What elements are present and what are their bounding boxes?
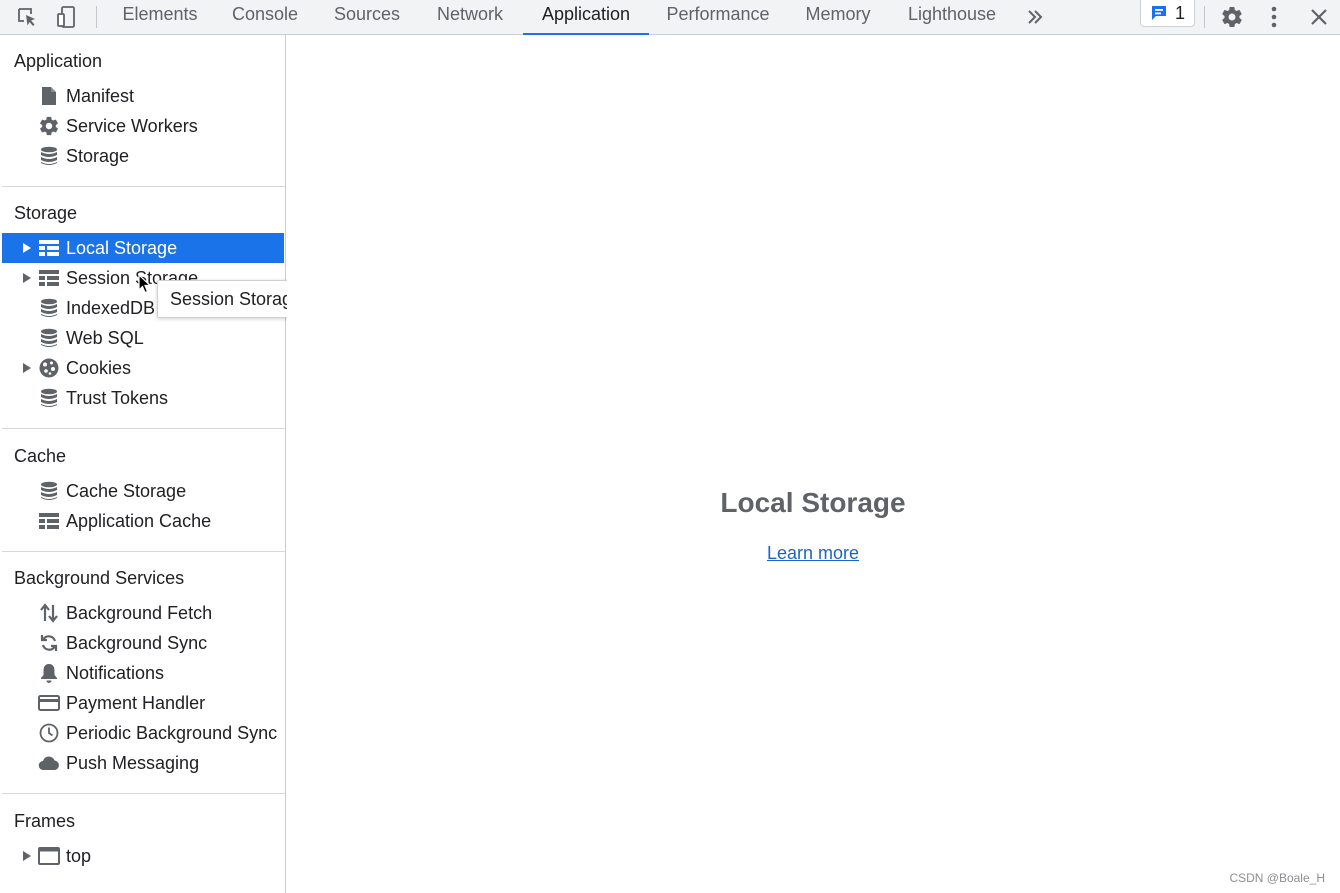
tab-network[interactable]: Network — [421, 0, 519, 35]
sidebar-item-payment-handler[interactable]: Payment Handler — [2, 688, 284, 718]
sidebar-item-label: Trust Tokens — [66, 387, 169, 408]
sidebar-item-label: Periodic Background Sync — [66, 722, 278, 743]
clock-icon — [38, 722, 60, 744]
table-icon — [38, 510, 60, 532]
sidebar-item-label: Local Storage — [66, 237, 178, 258]
tab-performance[interactable]: Performance — [653, 0, 783, 35]
database-icon — [38, 297, 60, 319]
section-header-background-services: Background Services — [14, 568, 185, 588]
sidebar-item-frame-top[interactable]: top — [2, 841, 284, 871]
database-icon — [38, 387, 60, 409]
expand-arrow-icon[interactable] — [23, 363, 31, 373]
section-divider — [2, 186, 285, 187]
sidebar-item-label: Manifest — [66, 85, 135, 106]
tab-sources[interactable]: Sources — [318, 0, 416, 35]
sidebar-item-application-cache[interactable]: Application Cache — [2, 506, 284, 536]
sidebar: Application Manifest Service Workers Sto… — [0, 35, 286, 893]
sidebar-item-label: Push Messaging — [66, 752, 200, 773]
sidebar-item-label: Web SQL — [66, 327, 144, 348]
expand-arrow-icon[interactable] — [23, 243, 31, 253]
tab-lighthouse[interactable]: Lighthouse — [893, 0, 1011, 35]
main-panel: Local Storage Learn more CSDN @Boale_H — [287, 35, 1340, 893]
section-divider — [2, 793, 285, 794]
sidebar-item-label: Storage — [66, 145, 130, 166]
tab-application[interactable]: Application — [523, 0, 649, 35]
mouse-cursor-icon — [138, 274, 152, 294]
sidebar-item-label: Cache Storage — [66, 480, 187, 501]
sidebar-item-background-sync[interactable]: Background Sync — [2, 628, 284, 658]
sidebar-item-label: Service Workers — [66, 115, 198, 136]
toolbar-separator — [96, 6, 97, 28]
sidebar-item-label: Notifications — [66, 662, 165, 683]
sidebar-item-label: Background Fetch — [66, 602, 213, 623]
sidebar-item-service-workers[interactable]: Service Workers — [2, 111, 284, 141]
toolbar-separator — [1204, 6, 1205, 28]
sidebar-item-push-messaging[interactable]: Push Messaging — [2, 748, 284, 778]
watermark: CSDN @Boale_H — [1229, 871, 1325, 885]
sidebar-item-trust-tokens[interactable]: Trust Tokens — [2, 383, 284, 413]
sidebar-item-notifications[interactable]: Notifications — [2, 658, 284, 688]
section-header-application: Application — [14, 51, 103, 71]
sidebar-item-background-fetch[interactable]: Background Fetch — [2, 598, 284, 628]
cloud-icon — [38, 752, 60, 774]
sidebar-item-label: top — [66, 845, 92, 866]
section-header-cache: Cache — [14, 446, 67, 466]
gear-icon — [38, 115, 60, 137]
bell-icon — [38, 662, 60, 684]
expand-arrow-icon[interactable] — [23, 851, 31, 861]
sidebar-item-web-sql[interactable]: Web SQL — [2, 323, 284, 353]
sidebar-item-cookies[interactable]: Cookies — [2, 353, 284, 383]
learn-more-link[interactable]: Learn more — [287, 543, 1339, 564]
database-icon — [38, 145, 60, 167]
table-icon — [38, 237, 60, 259]
database-icon — [38, 327, 60, 349]
file-icon — [38, 85, 60, 107]
database-icon — [38, 480, 60, 502]
devtools-toolbar: Elements Console Sources Network Applica… — [0, 0, 1340, 35]
gear-icon[interactable] — [1218, 0, 1246, 34]
sidebar-item-cache-storage[interactable]: Cache Storage — [2, 476, 284, 506]
sidebar-item-periodic-background-sync[interactable]: Periodic Background Sync — [2, 718, 284, 748]
issues-count: 1 — [1174, 2, 1185, 23]
issues-icon — [1151, 6, 1166, 20]
sidebar-item-storage[interactable]: Storage — [2, 141, 284, 171]
window-frame-icon — [38, 845, 60, 867]
sidebar-item-manifest[interactable]: Manifest — [2, 81, 284, 111]
expand-arrow-icon[interactable] — [23, 273, 31, 283]
up-down-arrows-icon — [38, 602, 60, 624]
panel-title: Local Storage — [720, 487, 906, 518]
sidebar-item-label: IndexedDB — [66, 297, 156, 318]
device-toolbar-icon[interactable] — [53, 0, 81, 34]
section-divider — [2, 551, 285, 552]
inspect-element-icon[interactable] — [12, 0, 42, 34]
sync-icon — [38, 632, 60, 654]
sidebar-item-label: Cookies — [66, 357, 132, 378]
section-divider — [2, 428, 285, 429]
more-tabs-icon[interactable] — [1022, 0, 1048, 34]
sidebar-item-label: Background Sync — [66, 632, 208, 653]
table-icon — [38, 267, 60, 289]
issues-button[interactable]: 1 — [1140, 0, 1195, 27]
tab-memory[interactable]: Memory — [792, 0, 884, 35]
credit-card-icon — [38, 692, 60, 714]
tab-elements[interactable]: Elements — [106, 0, 214, 35]
sidebar-item-local-storage[interactable]: Local Storage — [2, 233, 284, 263]
close-icon[interactable] — [1306, 0, 1332, 34]
section-header-storage: Storage — [14, 203, 78, 223]
sidebar-item-label: Payment Handler — [66, 692, 206, 713]
section-header-frames: Frames — [14, 811, 76, 831]
tab-console[interactable]: Console — [218, 0, 312, 35]
cookie-icon — [38, 357, 60, 379]
kebab-menu-icon[interactable] — [1262, 0, 1286, 34]
sidebar-item-label: Application Cache — [66, 510, 212, 531]
